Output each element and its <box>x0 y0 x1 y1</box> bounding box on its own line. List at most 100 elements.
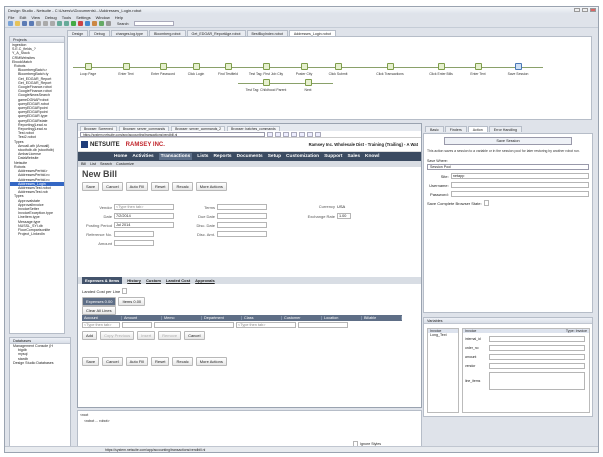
flow-step-node[interactable] <box>263 79 270 86</box>
date-field[interactable]: 7/2/2014 <box>114 213 174 219</box>
subnav-search[interactable]: Search <box>100 162 112 166</box>
reset-button[interactable]: Reset <box>151 182 170 191</box>
zoom-icon[interactable] <box>307 131 313 137</box>
flow-step-node[interactable] <box>301 63 308 70</box>
database-item[interactable]: Design Studio Databases <box>10 361 70 365</box>
nav-customization[interactable]: Customization <box>286 154 319 159</box>
recalc-button[interactable]: Recalc <box>172 357 193 366</box>
nav-reports[interactable]: Reports <box>213 154 231 159</box>
more-actions-button[interactable]: More Actions <box>195 182 227 191</box>
cut-icon[interactable] <box>36 21 41 26</box>
tab-basic[interactable]: Basic <box>425 126 444 132</box>
flow-step-node[interactable] <box>305 79 312 86</box>
browser-tab-screened[interactable]: Browser: Screened <box>80 126 117 131</box>
menu-view[interactable]: View <box>31 15 40 20</box>
flow-step-node[interactable] <box>123 63 130 70</box>
site-field[interactable]: netapp <box>450 173 589 179</box>
cancel-button[interactable]: Cancel <box>102 357 123 366</box>
variable-item[interactable]: Long_Text <box>428 333 458 337</box>
search-input[interactable] <box>134 21 175 26</box>
exchange-rate-field[interactable]: 1.00 <box>337 213 351 219</box>
flow-step-node[interactable] <box>225 63 232 70</box>
auto-fill-button[interactable]: Auto Fill <box>125 357 149 366</box>
tab-error-handling[interactable]: Error Handling <box>488 126 522 132</box>
landed-cost-checkbox[interactable] <box>122 288 128 294</box>
password-field[interactable] <box>450 191 589 197</box>
menu-settings[interactable]: Settings <box>76 15 90 20</box>
variable-field-input[interactable] <box>489 354 585 360</box>
flow-step-node[interactable] <box>515 63 522 70</box>
subnav-bill[interactable]: Bill <box>81 162 86 166</box>
tab-custom[interactable]: Custom <box>146 278 161 283</box>
complete-state-checkbox[interactable] <box>483 200 489 206</box>
save-button[interactable]: Save <box>82 357 100 366</box>
record-icon[interactable] <box>315 131 321 137</box>
remove-line-button[interactable]: Remove <box>158 331 182 340</box>
copy-icon[interactable] <box>43 21 48 26</box>
menu-tools[interactable]: Tools <box>62 15 71 20</box>
posting-period-field[interactable]: Jul 2014 <box>114 222 174 228</box>
save-icon[interactable] <box>22 21 27 26</box>
nav-transactions[interactable]: Transactions <box>158 153 193 160</box>
nav-documents[interactable]: Documents <box>237 154 263 159</box>
browser-tab-server-commands[interactable]: Browser: server_commands <box>118 126 170 131</box>
minimize-button[interactable] <box>574 8 580 12</box>
copy-previous-line-button[interactable]: Copy Previous <box>100 331 135 340</box>
disc-amount-field[interactable] <box>217 231 267 237</box>
add-line-button[interactable]: Add <box>82 331 98 340</box>
back-icon[interactable] <box>267 131 273 137</box>
subnav-list[interactable]: List <box>90 162 96 166</box>
tab-approvals[interactable]: Approvals <box>195 278 215 283</box>
save-where-select[interactable]: Session Pool <box>427 164 589 170</box>
amount-cell[interactable] <box>122 322 152 328</box>
debug-icon[interactable] <box>92 21 97 26</box>
tab-history[interactable]: History <box>127 278 141 283</box>
amount-field[interactable] <box>114 240 154 246</box>
refresh-icon[interactable] <box>99 21 104 26</box>
customer-cell[interactable]: <Type then tab> <box>236 322 296 328</box>
nav-activities[interactable]: Activities <box>132 154 153 159</box>
reset-button[interactable]: Reset <box>151 357 170 366</box>
reference-field[interactable] <box>114 231 154 237</box>
flow-step-node[interactable] <box>193 63 200 70</box>
due-date-field[interactable] <box>217 213 267 219</box>
flow-step-node[interactable] <box>475 63 482 70</box>
save-button[interactable]: Save <box>82 182 100 191</box>
tab-landed-cost[interactable]: Landed Cost <box>166 278 190 283</box>
close-button[interactable] <box>590 8 596 12</box>
redo-icon[interactable] <box>64 21 69 26</box>
subtab-expenses[interactable]: Expenses 0.00 <box>82 297 117 306</box>
terms-field[interactable] <box>217 204 267 210</box>
browser-tab-batches[interactable]: Browser: batches_commands <box>227 126 280 131</box>
save-all-icon[interactable] <box>29 21 34 26</box>
tab-finders[interactable]: Finders <box>444 126 467 132</box>
insert-line-button[interactable]: Insert <box>137 331 156 340</box>
flow-step-node[interactable] <box>160 63 167 70</box>
maximize-button[interactable] <box>582 8 588 12</box>
open-icon[interactable] <box>15 21 20 26</box>
tab-action[interactable]: Action <box>467 126 488 132</box>
account-cell[interactable]: <Type then tab> <box>82 322 120 328</box>
username-field[interactable] <box>450 182 589 188</box>
forward-icon[interactable] <box>275 131 281 137</box>
run-icon[interactable] <box>71 21 76 26</box>
step-icon[interactable] <box>85 21 90 26</box>
nav-knowl[interactable]: Knowl <box>365 154 379 159</box>
stop-icon[interactable] <box>78 21 83 26</box>
menu-edit[interactable]: Edit <box>19 15 26 20</box>
flow-step-node[interactable] <box>85 63 92 70</box>
paste-icon[interactable] <box>50 21 55 26</box>
subnav-customize[interactable]: Customize <box>116 162 134 166</box>
nav-sales[interactable]: Sales <box>347 154 360 159</box>
memo-cell[interactable] <box>154 322 234 328</box>
variable-field-input[interactable] <box>489 372 585 390</box>
clear-all-lines-button[interactable]: Clear All Lines <box>82 306 116 315</box>
subtab-items[interactable]: Items 0.00 <box>118 297 146 306</box>
menu-help[interactable]: Help <box>115 15 123 20</box>
menu-window[interactable]: Window <box>96 15 110 20</box>
variable-field-input[interactable] <box>489 336 585 342</box>
nav-lists[interactable]: Lists <box>197 154 208 159</box>
undo-icon[interactable] <box>57 21 62 26</box>
url-input[interactable]: https://system.netsuite.com/app/accounti… <box>80 131 265 137</box>
nav-home[interactable]: Home <box>114 154 127 159</box>
